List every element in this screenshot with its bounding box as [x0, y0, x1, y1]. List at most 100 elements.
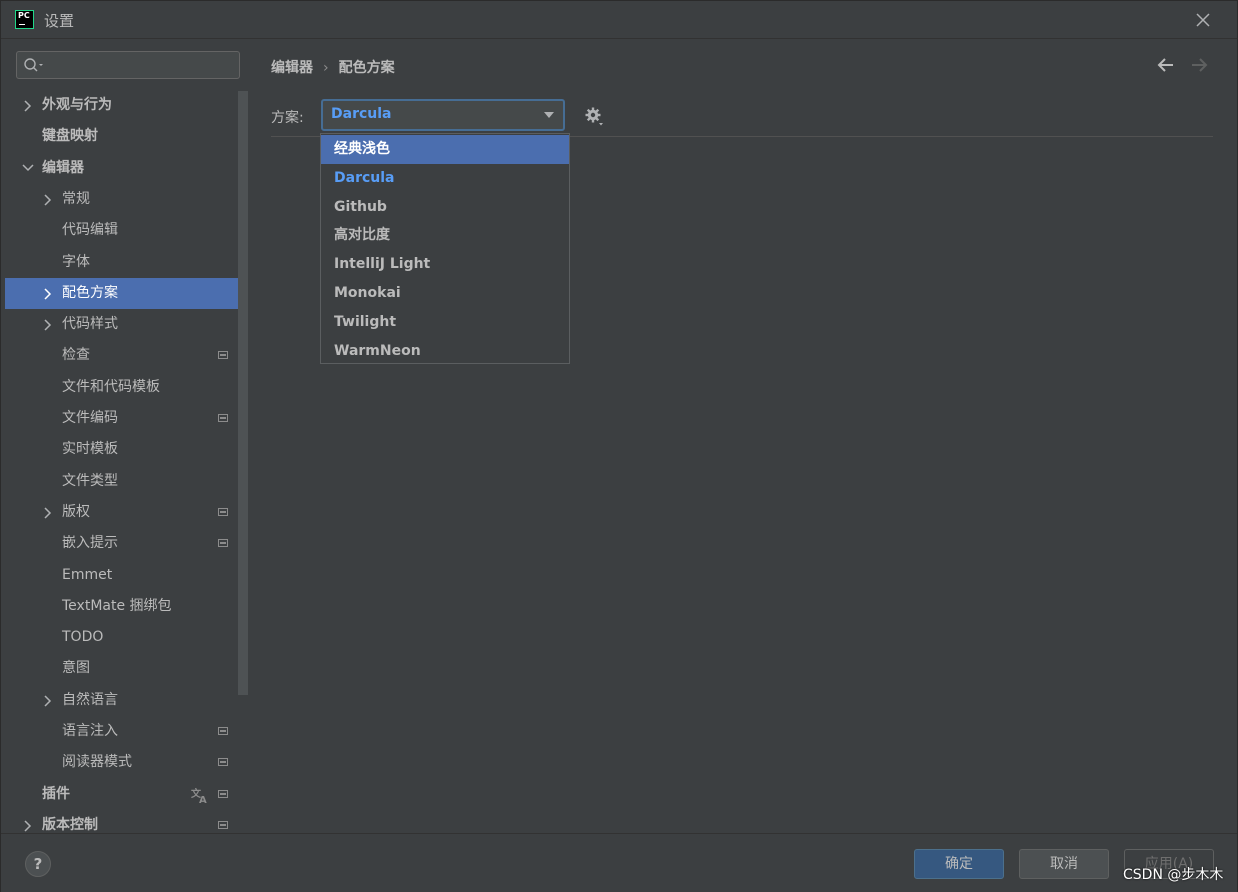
watermark: CSDN @步木木 [1123, 867, 1224, 883]
sidebar-item-label: 代码编辑 [62, 222, 118, 239]
sidebar-item-label: 意图 [62, 660, 90, 677]
title-bar: PC 设置 [1, 1, 1237, 39]
ok-button[interactable]: 确定 [914, 849, 1004, 879]
sidebar-item[interactable]: 字体 [5, 247, 251, 278]
settings-sidebar: 外观与行为键盘映射编辑器常规代码编辑字体配色方案代码样式检查文件和代码模板 文件编… [5, 39, 251, 833]
project-scope-icon [218, 820, 228, 829]
sidebar-item-label: 外观与行为 [42, 97, 112, 113]
sidebar-item-label: 阅读器模式 [62, 754, 132, 771]
sidebar-item[interactable]: 阅读器模式 [5, 747, 251, 778]
sidebar-item-label: 键盘映射 [42, 128, 98, 145]
pycharm-app-icon: PC [13, 8, 36, 31]
sidebar-item[interactable]: 实时模板 [5, 434, 251, 465]
sidebar-item-label: Emmet [62, 566, 113, 583]
chevron-right-icon[interactable] [42, 184, 54, 215]
sidebar-item-label: 语言注入 [62, 723, 118, 739]
project-scope-icon [218, 539, 228, 548]
chevron-right-icon[interactable] [42, 309, 54, 340]
sidebar-item[interactable]: 语言注入 [5, 716, 251, 747]
scheme-option[interactable]: Github [321, 193, 569, 222]
sidebar-scrollbar[interactable] [238, 91, 248, 695]
sidebar-item-label: 字体 [62, 253, 90, 270]
breadcrumb: 编辑器 › 配色方案 [271, 57, 395, 77]
sidebar-item-label: 检查 [62, 347, 90, 364]
project-scope-icon [218, 351, 228, 360]
sidebar-item-label: 编辑器 [42, 159, 84, 176]
sidebar-item[interactable]: 代码样式 [5, 309, 251, 340]
sidebar-item[interactable]: TODO [5, 622, 251, 653]
sidebar-item[interactable]: 文件和代码模板 [5, 372, 251, 403]
translate-icon: 文A [191, 785, 209, 806]
scheme-option[interactable]: IntelliJ Light [321, 250, 569, 279]
sidebar-item[interactable]: 版本控制 [5, 810, 251, 833]
breadcrumb-item-color-scheme: 配色方案 [338, 60, 395, 76]
chevron-right-icon[interactable] [22, 810, 34, 833]
settings-window: PC 设置 外观与行为 键盘映射 编辑器 常规 代码编辑 字体 配色方案 代码样式 检查 文件和代… [0, 0, 1238, 892]
breadcrumb-separator: › [323, 60, 329, 76]
sidebar-item[interactable]: 文件类型 [5, 466, 251, 497]
search-icon [23, 57, 49, 73]
sidebar-item-label: 文件编码 [62, 410, 118, 426]
sidebar-item[interactable]: TextMate 捆绑包 [5, 591, 251, 622]
sidebar-item-label: TextMate 捆绑包 [62, 597, 172, 614]
scheme-select[interactable]: Darcula [321, 99, 565, 131]
sidebar-item-label: 常规 [62, 190, 90, 207]
scheme-option[interactable]: Monokai [321, 279, 569, 308]
sidebar-item[interactable]: 键盘映射 [5, 121, 251, 152]
scheme-option[interactable]: WarmNeon [321, 337, 569, 366]
search-input[interactable] [51, 55, 235, 77]
project-scope-icon [218, 789, 228, 798]
sidebar-item[interactable]: 常规 [5, 184, 251, 215]
chevron-right-icon[interactable] [42, 685, 54, 716]
arrow-left-icon[interactable] [1156, 56, 1176, 74]
sidebar-item[interactable]: Emmet [5, 560, 251, 591]
project-scope-icon [218, 758, 228, 767]
scheme-dropdown-list: 经典浅色 Darcula Github 高对比度 IntelliJ Light Monok… [320, 133, 570, 364]
window-title: 设置 [44, 12, 75, 30]
svg-text:A: A [199, 795, 207, 804]
sidebar-item[interactable]: 检查 [5, 340, 251, 371]
scheme-option[interactable]: 高对比度 [321, 221, 569, 250]
scheme-selected-value: Darcula [331, 106, 392, 122]
arrow-right-icon[interactable] [1189, 56, 1209, 74]
sidebar-item-label: 文件类型 [62, 472, 118, 489]
sidebar-item[interactable]: 代码编辑 [5, 215, 251, 246]
close-icon[interactable] [1191, 8, 1215, 32]
app-icon-text: PC [18, 11, 30, 20]
sidebar-item-label: 版权 [62, 503, 90, 520]
project-scope-icon [218, 414, 228, 422]
sidebar-item[interactable]: 插件 文 A [5, 779, 251, 810]
project-scope-icon [218, 727, 228, 735]
scheme-option[interactable]: Twilight [321, 308, 569, 337]
gear-icon[interactable] [584, 106, 606, 128]
chevron-right-icon[interactable] [42, 278, 54, 309]
sidebar-item[interactable]: 嵌入提示 [5, 528, 251, 559]
dialog-footer: ? 确定 取消 应用(A) [1, 833, 1237, 892]
scheme-option[interactable]: 经典浅色 [321, 135, 569, 164]
sidebar-item[interactable]: 编辑器 [5, 153, 251, 184]
sidebar-item-label: 代码样式 [62, 316, 118, 333]
sidebar-item[interactable]: 自然语言 [5, 685, 251, 716]
sidebar-item-label: 文件和代码模板 [62, 378, 160, 395]
sidebar-item-label: 自然语言 [62, 691, 118, 708]
search-box[interactable] [16, 51, 240, 79]
chevron-down-icon[interactable] [22, 153, 34, 184]
project-scope-icon [218, 507, 228, 516]
sidebar-item-label: TODO [62, 629, 104, 646]
sidebar-item-label: 配色方案 [62, 284, 118, 301]
cancel-button[interactable]: 取消 [1019, 849, 1109, 879]
scheme-label: 方案: [271, 110, 304, 126]
chevron-right-icon[interactable] [42, 497, 54, 528]
main-panel: 编辑器 › 配色方案 方案: Darcula 经典浅色 Darcula Gith… [251, 39, 1237, 833]
sidebar-item[interactable]: 外观与行为 [5, 90, 251, 121]
breadcrumb-item-editor[interactable]: 编辑器 [271, 60, 313, 76]
sidebar-item[interactable]: 文件编码 [5, 403, 251, 434]
sidebar-item[interactable]: 意图 [5, 653, 251, 684]
sidebar-item[interactable]: 配色方案 [5, 277, 238, 309]
sidebar-item-label: 实时模板 [62, 441, 118, 458]
help-button[interactable]: ? [25, 851, 51, 877]
sidebar-item-label: 嵌入提示 [62, 535, 118, 552]
sidebar-item[interactable]: 版权 [5, 497, 251, 528]
scheme-option[interactable]: Darcula [321, 164, 569, 193]
chevron-right-icon[interactable] [22, 90, 34, 121]
